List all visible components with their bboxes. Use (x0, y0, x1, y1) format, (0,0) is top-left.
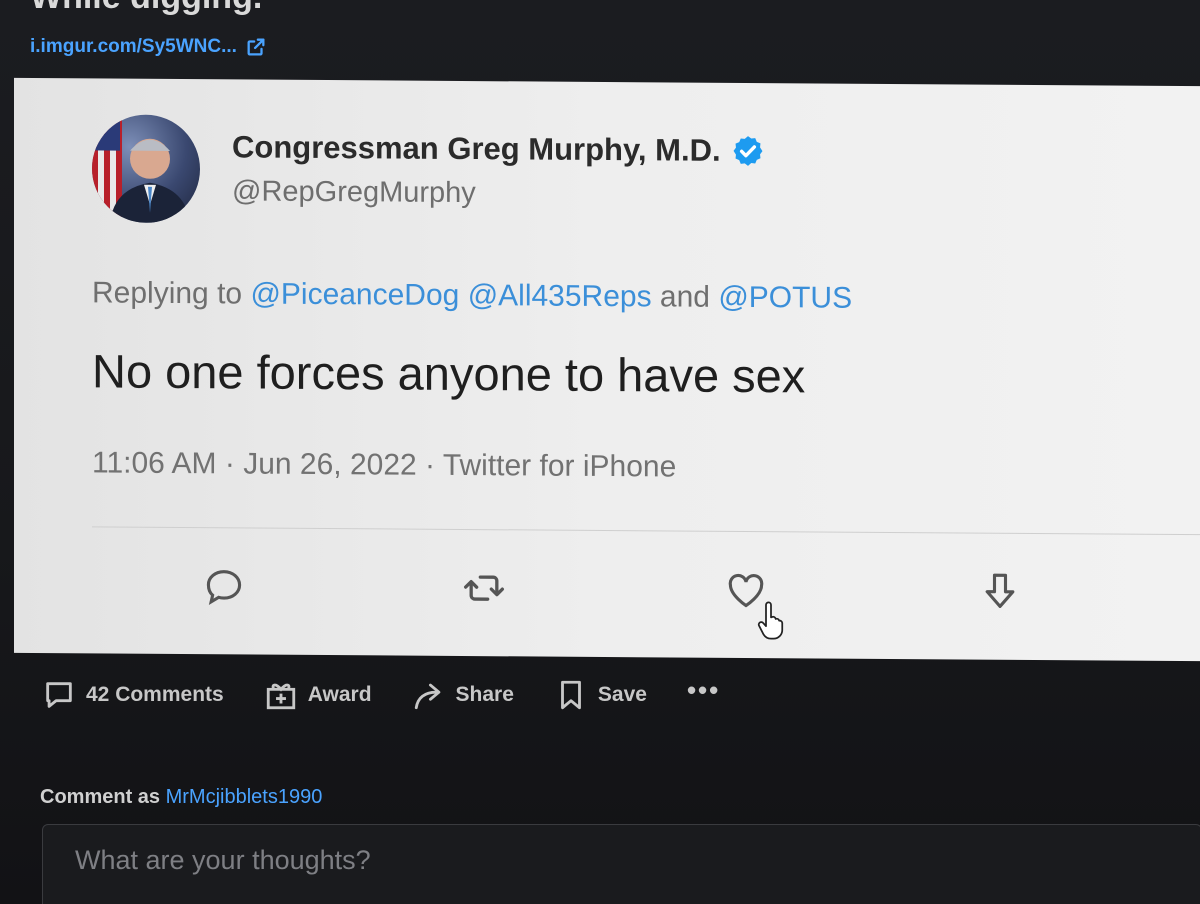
tweet-screenshot: Congressman Greg Murphy, M.D. @RepGregMu… (14, 77, 1200, 662)
mention-link[interactable]: @PiceanceDog (250, 278, 459, 312)
tweet-metadata: 11:06 AM · Jun 26, 2022 · Twitter for iP… (92, 446, 676, 484)
comments-label: 42 Comments (86, 683, 224, 706)
share-arrow-icon (414, 683, 440, 710)
reddit-post-view: While digging. i.imgur.com/Sy5WNC... (0, 0, 1200, 904)
comments-button[interactable]: 42 Comments (42, 678, 224, 712)
comment-as-label: Comment as MrMcjibblets1990 (40, 786, 322, 809)
tweet-handle: @RepGregMurphy (232, 175, 476, 210)
replying-prefix: Replying to (92, 276, 251, 311)
comment-input[interactable]: What are your thoughts? (42, 824, 1200, 904)
meta-separator: · (216, 447, 244, 481)
share-download-icon[interactable] (978, 570, 1022, 614)
meta-separator: · (416, 448, 443, 482)
replying-to-line: Replying to @PiceanceDog @All435Reps and… (92, 276, 852, 315)
reply-icon[interactable] (202, 564, 246, 608)
award-label: Award (307, 683, 372, 706)
comment-icon (46, 682, 72, 708)
retweet-icon[interactable] (462, 566, 506, 610)
post-action-bar: 42 Comments Award Share Save ••• (42, 675, 720, 712)
comment-as-prefix: Comment as (40, 786, 166, 808)
tweet-divider (92, 526, 1200, 536)
tweet-time: 11:06 AM (92, 446, 217, 481)
mention-link[interactable]: @POTUS (718, 281, 852, 315)
bookmark-icon (560, 680, 581, 710)
display-name-text: Congressman Greg Murphy, M.D. (232, 129, 721, 168)
save-label: Save (597, 683, 647, 706)
avatar (92, 114, 200, 224)
tweet-display-name: Congressman Greg Murphy, M.D. (232, 129, 765, 169)
award-button[interactable]: Award (264, 678, 372, 712)
award-gift-icon (266, 683, 295, 710)
external-link-icon[interactable] (245, 36, 267, 58)
post-title: While digging. (30, 0, 262, 17)
comment-placeholder: What are your thoughts? (75, 845, 371, 875)
tweet-source: Twitter for iPhone (442, 448, 677, 484)
mention-link[interactable]: @All435Reps (468, 279, 652, 313)
tweet-body: No one forces anyone to have sex (92, 344, 806, 403)
more-options-icon[interactable]: ••• (687, 675, 720, 706)
share-label: Share (455, 683, 514, 706)
avatar-portrait (92, 114, 190, 224)
post-link[interactable]: i.imgur.com/Sy5WNC... (30, 36, 267, 58)
comment-username[interactable]: MrMcjibblets1990 (166, 786, 323, 808)
tweet-date: Jun 26, 2022 (243, 447, 417, 482)
post-link-text[interactable]: i.imgur.com/Sy5WNC... (30, 36, 237, 58)
share-button[interactable]: Share (412, 678, 514, 712)
and-text: and (651, 280, 719, 314)
save-button[interactable]: Save (554, 678, 647, 712)
hand-cursor-icon (757, 601, 784, 640)
verified-badge-icon (733, 136, 763, 166)
